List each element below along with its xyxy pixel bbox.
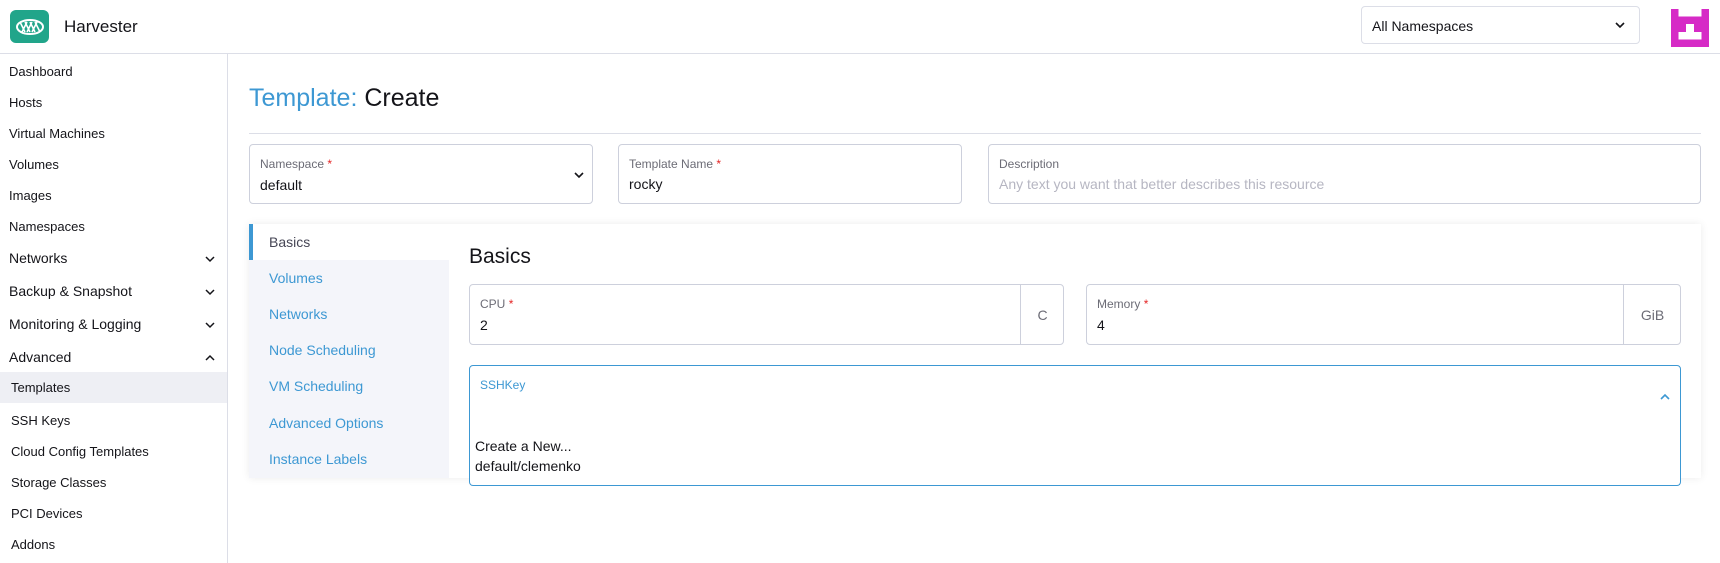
sidebar-item-label: Virtual Machines — [9, 126, 105, 141]
sshkey-option-create-new[interactable]: Create a New... — [475, 438, 572, 454]
chevron-up-icon — [1658, 390, 1672, 409]
namespace-select[interactable]: Namespace * default — [249, 144, 593, 204]
title-divider — [249, 133, 1701, 134]
required-marker: * — [716, 157, 722, 171]
chevron-down-icon — [572, 168, 586, 187]
chevron-down-icon — [1613, 18, 1627, 35]
sidebar-item-pci-devices[interactable]: PCI Devices — [0, 506, 227, 521]
sshkey-option-default-clemenko[interactable]: default/clemenko — [475, 458, 581, 474]
sidebar-item-label: Storage Classes — [11, 475, 107, 490]
cpu-unit: C — [1020, 285, 1064, 344]
cpu-value: 2 — [480, 317, 488, 333]
description-placeholder: Any text you want that better describes … — [999, 176, 1325, 192]
sidebar-group-networks[interactable]: Networks — [0, 250, 227, 266]
sidebar-item-storage-classes[interactable]: Storage Classes — [0, 475, 227, 490]
sidebar-item-hosts[interactable]: Hosts — [0, 95, 227, 110]
cpu-field[interactable]: CPU * 2 C — [469, 284, 1064, 345]
sidebar-item-virtual-machines[interactable]: Virtual Machines — [0, 126, 227, 141]
sidebar-item-label: Hosts — [9, 95, 43, 110]
page-title-prefix: Template: — [249, 84, 358, 112]
sshkey-label: SSHKey — [480, 378, 526, 392]
sidebar-item-label: Cloud Config Templates — [11, 444, 149, 459]
sidebar-item-addons[interactable]: Addons — [0, 537, 227, 552]
template-name-field[interactable]: Template Name * rocky — [618, 144, 962, 204]
memory-value: 4 — [1097, 317, 1105, 333]
sidebar-item-label: Namespaces — [9, 219, 85, 234]
template-name-value: rocky — [629, 176, 663, 192]
sidebar-group-label: Backup & Snapshot — [9, 283, 132, 299]
namespace-filter-value: All Namespaces — [1372, 18, 1474, 34]
sidebar-item-label: Dashboard — [9, 64, 73, 79]
required-marker: * — [1143, 297, 1149, 311]
harvester-logo-icon[interactable] — [10, 10, 49, 43]
sidebar: Dashboard Hosts Virtual Machines Volumes… — [0, 54, 228, 563]
memory-unit: GiB — [1623, 285, 1681, 344]
sidebar-item-namespaces[interactable]: Namespaces — [0, 219, 227, 234]
template-name-label-text: Template Name — [629, 157, 714, 171]
chevron-down-icon — [203, 285, 217, 302]
cpu-label-text: CPU — [480, 297, 506, 311]
memory-field[interactable]: Memory * 4 GiB — [1086, 284, 1681, 345]
sidebar-group-backup-snapshot[interactable]: Backup & Snapshot — [0, 283, 227, 299]
chevron-up-icon — [203, 351, 217, 368]
sidebar-group-label: Monitoring & Logging — [9, 316, 142, 332]
sidebar-item-label: Templates — [11, 380, 71, 395]
sidebar-item-label: Images — [9, 188, 52, 203]
tab-basics[interactable]: Basics — [249, 224, 449, 260]
sidebar-item-cloud-config-templates[interactable]: Cloud Config Templates — [0, 444, 227, 459]
sidebar-item-volumes[interactable]: Volumes — [0, 157, 227, 172]
namespace-label: Namespace * — [260, 157, 332, 171]
namespace-label-text: Namespace — [260, 157, 325, 171]
sidebar-item-dashboard[interactable]: Dashboard — [0, 64, 227, 79]
chevron-down-icon — [203, 252, 217, 269]
sidebar-item-ssh-keys[interactable]: SSH Keys — [0, 413, 227, 428]
sidebar-group-label: Networks — [9, 250, 68, 266]
memory-label-text: Memory — [1097, 297, 1141, 311]
sshkey-dropdown-menu: Create a New... default/clemenko — [469, 425, 1681, 486]
user-avatar-icon[interactable] — [1671, 9, 1709, 47]
page-title: Template: Create — [249, 84, 439, 113]
tab-vm-scheduling[interactable]: VM Scheduling — [249, 368, 449, 404]
memory-label: Memory * — [1097, 297, 1148, 311]
description-label: Description — [999, 157, 1060, 171]
tab-node-scheduling[interactable]: Node Scheduling — [249, 332, 449, 368]
required-marker: * — [327, 157, 333, 171]
sidebar-item-images[interactable]: Images — [0, 188, 227, 203]
app-name: Harvester — [64, 17, 138, 36]
sidebar-item-templates[interactable]: Templates — [0, 372, 227, 403]
page-title-action: Create — [364, 84, 440, 112]
tab-networks[interactable]: Networks — [249, 296, 449, 332]
sshkey-select[interactable]: SSHKey — [469, 365, 1681, 426]
required-marker: * — [508, 297, 514, 311]
namespace-filter-select[interactable]: All Namespaces — [1361, 6, 1640, 44]
sidebar-group-label: Advanced — [9, 349, 72, 365]
sidebar-item-label: SSH Keys — [11, 413, 71, 428]
chevron-down-icon — [203, 318, 217, 335]
tab-advanced-options[interactable]: Advanced Options — [249, 405, 449, 441]
namespace-value: default — [260, 177, 303, 193]
sidebar-group-monitoring-logging[interactable]: Monitoring & Logging — [0, 316, 227, 332]
sidebar-item-label: PCI Devices — [11, 506, 83, 521]
cpu-label: CPU * — [480, 297, 513, 311]
template-name-label: Template Name * — [629, 157, 721, 171]
config-tabs: Basics Volumes Networks Node Scheduling … — [249, 224, 449, 478]
description-field[interactable]: Description Any text you want that bette… — [988, 144, 1701, 204]
tab-instance-labels[interactable]: Instance Labels — [249, 441, 449, 477]
tab-volumes[interactable]: Volumes — [249, 260, 449, 296]
sidebar-group-advanced[interactable]: Advanced — [0, 349, 227, 365]
top-header: Harvester All Namespaces — [0, 0, 1720, 54]
sidebar-item-label: Addons — [11, 537, 56, 552]
section-title-basics: Basics — [469, 245, 531, 268]
sidebar-item-label: Volumes — [9, 157, 59, 172]
